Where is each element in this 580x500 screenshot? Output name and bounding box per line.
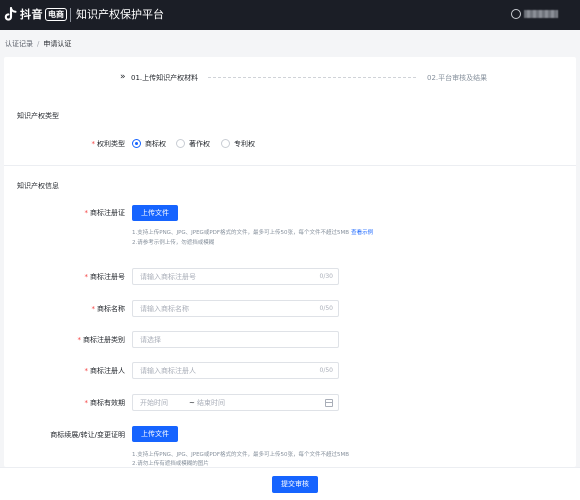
input-placeholder: 请输入商标注册号: [140, 273, 196, 281]
required-mark: *: [77, 336, 82, 344]
registration-no-label-text: 商标注册号: [90, 273, 125, 281]
trademark-name-input[interactable]: 请输入商标名称 0/50: [132, 300, 339, 317]
category-select[interactable]: 请选择: [132, 331, 339, 348]
section-title-type: 知识产权类型: [17, 112, 59, 120]
validity-date-range[interactable]: 开始时间 ~ 结束时间: [132, 394, 339, 411]
char-counter: 0/30: [319, 273, 333, 280]
trademark-name-label-text: 商标名称: [97, 305, 125, 313]
registration-no-label: * 商标注册号: [40, 272, 126, 282]
registration-no-input[interactable]: 请输入商标注册号 0/30: [132, 268, 339, 285]
user-name-blurred[interactable]: [524, 10, 558, 18]
right-type-label: * 权利类型: [40, 139, 126, 149]
upload-hint-line2: 2.请参考示例上传，勿遮挡或模糊: [132, 240, 215, 246]
date-range-separator: ~: [189, 399, 195, 407]
upload-renewal-proof-button[interactable]: 上传文件: [132, 426, 178, 442]
registrant-label-text: 商标注册人: [90, 367, 125, 375]
douyin-logo-icon: [4, 7, 17, 21]
breadcrumb-item-records[interactable]: 认证记录: [5, 40, 33, 48]
category-label: * 商标注册类别: [40, 335, 126, 345]
breadcrumb-item-current: 申请认证: [43, 40, 72, 48]
breadcrumb-separator: /: [37, 40, 40, 48]
step-2-label: 02.平台审核及结果: [427, 74, 488, 82]
section-title-info: 知识产权信息: [17, 182, 59, 190]
input-placeholder: 请输入商标名称: [140, 305, 189, 313]
char-counter: 0/50: [319, 367, 333, 374]
section-divider: [4, 165, 576, 166]
required-mark: *: [84, 367, 89, 375]
double-chevron-right-icon: »: [120, 72, 126, 82]
required-mark: *: [84, 209, 89, 217]
step-connector: [208, 77, 416, 78]
end-date-placeholder[interactable]: 结束时间: [197, 398, 225, 408]
user-avatar-icon[interactable]: [511, 9, 521, 19]
right-type-label-text: 权利类型: [97, 140, 125, 148]
registration-cert-label: * 商标注册证: [40, 208, 126, 218]
radio-unchecked-icon[interactable]: [176, 139, 185, 148]
platform-title: 知识产权保护平台: [76, 8, 164, 21]
radio-label-patent: 专利权: [234, 140, 255, 148]
required-mark: *: [84, 399, 89, 407]
validity-label: * 商标有效期: [40, 398, 126, 408]
calendar-icon[interactable]: [325, 399, 333, 407]
start-date-placeholder[interactable]: 开始时间: [140, 398, 168, 408]
radio-unchecked-icon[interactable]: [221, 139, 230, 148]
top-bar: 抖音 电商 知识产权保护平台: [0, 0, 580, 30]
upload-hint-text: 1.支持上传PNG、JPG、JPEG或PDF格式的文件，最多可上传50张，每个文…: [132, 230, 350, 236]
required-mark: *: [91, 140, 96, 148]
radio-checked-icon[interactable]: [132, 139, 141, 148]
renewal-hint-line1: 1.支持上传PNG、JPG、JPEG或PDF格式的文件，最多可上传50张，每个文…: [132, 452, 350, 458]
select-placeholder: 请选择: [140, 336, 161, 344]
validity-label-text: 商标有效期: [90, 399, 125, 407]
brand-badge: 电商: [45, 8, 67, 21]
trademark-name-label: * 商标名称: [40, 304, 126, 314]
input-placeholder: 请输入商标注册人: [140, 367, 196, 375]
renewal-proof-label: 商标续展/转让/变更证明: [50, 431, 125, 439]
radio-label-copyright: 著作权: [189, 140, 210, 148]
upload-registration-cert-button[interactable]: 上传文件: [132, 205, 178, 221]
brand-name: 抖音: [20, 8, 43, 21]
step-indicator: » 01.上传知识产权材料 02.平台审核及结果: [120, 72, 500, 84]
char-counter: 0/50: [319, 305, 333, 312]
registrant-label: * 商标注册人: [40, 366, 126, 376]
breadcrumb: 认证记录 / 申请认证: [5, 39, 71, 49]
view-example-link[interactable]: 查看示例: [351, 230, 373, 236]
category-label-text: 商标注册类别: [83, 336, 125, 344]
registration-cert-label-text: 商标注册证: [90, 209, 125, 217]
registrant-input[interactable]: 请输入商标注册人 0/50: [132, 362, 339, 379]
upload-hint-line1: 1.支持上传PNG、JPG、JPEG或PDF格式的文件，最多可上传50张，每个文…: [132, 229, 373, 237]
required-mark: *: [91, 305, 96, 313]
step-1-label: 01.上传知识产权材料: [131, 74, 199, 82]
required-mark: *: [84, 273, 89, 281]
brand-divider: [70, 8, 71, 22]
submit-review-button[interactable]: 提交审核: [272, 476, 318, 493]
radio-label-trademark: 商标权: [145, 140, 166, 148]
